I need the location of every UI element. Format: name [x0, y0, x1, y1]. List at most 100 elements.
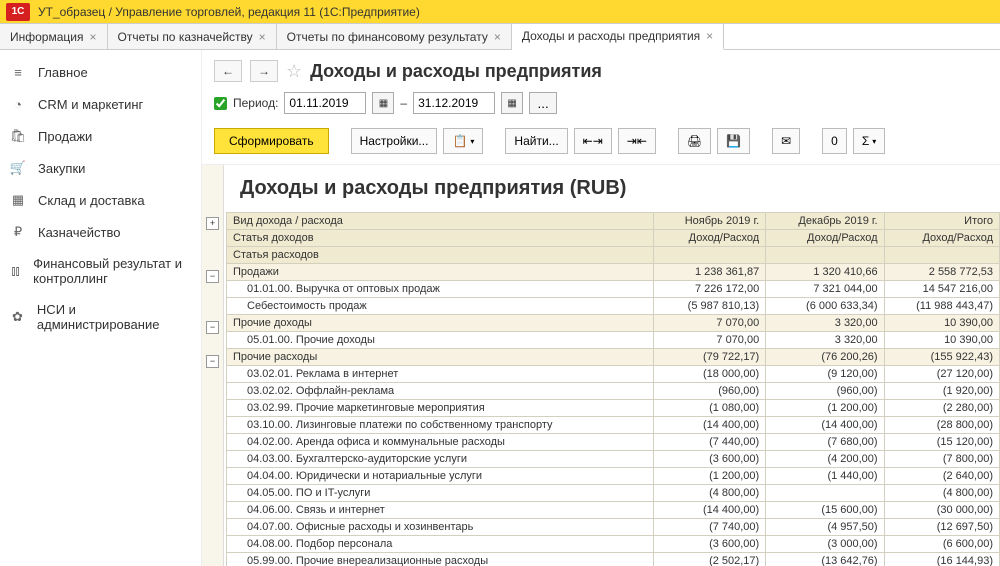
date-from-input[interactable]	[284, 92, 366, 114]
col-subheader: Доход/Расход	[653, 230, 765, 247]
calendar-to-button[interactable]: ▦	[501, 92, 523, 114]
tab-3[interactable]: Доходы и расходы предприятия×	[512, 24, 724, 50]
period-checkbox[interactable]	[214, 97, 227, 110]
table-row[interactable]: 04.06.00. Связь и интернет(14 400,00)(15…	[227, 502, 1000, 519]
period-sep: –	[400, 96, 407, 110]
date-to-input[interactable]	[413, 92, 495, 114]
sidebar-item-5[interactable]: ₽Казначейство	[0, 216, 201, 248]
close-icon[interactable]: ×	[706, 29, 713, 43]
tab-0[interactable]: Информация×	[0, 24, 108, 49]
sidebar-icon: ≡	[10, 64, 26, 80]
table-row[interactable]: Прочие расходы(79 722,17)(76 200,26)(155…	[227, 349, 1000, 366]
col-header: Ноябрь 2019 г.	[653, 213, 765, 230]
table-row[interactable]: 03.02.01. Реклама в интернет(18 000,00)(…	[227, 366, 1000, 383]
table-row[interactable]: 03.10.00. Лизинговые платежи по собствен…	[227, 417, 1000, 434]
favorite-icon[interactable]: ☆	[286, 61, 302, 82]
sidebar-item-6[interactable]: ⫾⫾Финансовый результат и контроллинг	[0, 248, 201, 294]
sidebar-item-3[interactable]: 🛒Закупки	[0, 152, 201, 184]
print-button[interactable]: 🖨	[678, 128, 711, 154]
nav-back-button[interactable]: ←	[214, 60, 242, 82]
col-subheader: Доход/Расход	[766, 230, 884, 247]
table-row[interactable]: Прочие доходы7 070,003 320,0010 390,00	[227, 315, 1000, 332]
sidebar-item-0[interactable]: ≡Главное	[0, 56, 201, 88]
row-value: (2 502,17)	[653, 553, 765, 566]
close-icon[interactable]: ×	[89, 30, 96, 44]
sidebar-label: Казначейство	[38, 225, 120, 240]
close-icon[interactable]: ×	[494, 30, 501, 44]
row-value: (3 000,00)	[766, 536, 884, 553]
table-row[interactable]: 01.01.00. Выручка от оптовых продаж7 226…	[227, 281, 1000, 298]
tree-collapse-button[interactable]: −	[206, 355, 219, 368]
table-row[interactable]: 05.99.00. Прочие внереализационные расхо…	[227, 553, 1000, 566]
row-value: (27 120,00)	[884, 366, 999, 383]
row-label: 04.05.00. ПО и IT-услуги	[227, 485, 654, 502]
sum-0-button[interactable]: 0	[822, 128, 847, 154]
col-header: Декабрь 2019 г.	[766, 213, 884, 230]
settings-button[interactable]: Настройки...	[351, 128, 438, 154]
row-value: 7 321 044,00	[766, 281, 884, 298]
row-label: 01.01.00. Выручка от оптовых продаж	[227, 281, 654, 298]
expand-button[interactable]: ⇥⇤	[618, 128, 656, 154]
row-value: (1 440,00)	[766, 468, 884, 485]
tab-1[interactable]: Отчеты по казначейству×	[108, 24, 277, 49]
col-header: Статья расходов	[227, 247, 654, 264]
sidebar-label: Склад и доставка	[38, 193, 145, 208]
sidebar-item-4[interactable]: ▦Склад и доставка	[0, 184, 201, 216]
find-button[interactable]: Найти...	[505, 128, 567, 154]
tree-collapse-button[interactable]: −	[206, 321, 219, 334]
tab-label: Отчеты по финансовому результату	[287, 30, 488, 44]
row-label: Прочие доходы	[227, 315, 654, 332]
row-value: (4 800,00)	[884, 485, 999, 502]
generate-button[interactable]: Сформировать	[214, 128, 329, 154]
table-row[interactable]: 04.02.00. Аренда офиса и коммунальные ра…	[227, 434, 1000, 451]
row-label: 03.02.02. Оффлайн-реклама	[227, 383, 654, 400]
sidebar-item-7[interactable]: ✿ НСИ и администрирование	[0, 294, 201, 340]
row-value: (7 740,00)	[653, 519, 765, 536]
sum-button[interactable]: Σ ▾	[853, 128, 885, 154]
tab-2[interactable]: Отчеты по финансовому результату ×	[277, 24, 512, 49]
col-subheader: Доход/Расход	[884, 230, 999, 247]
table-row[interactable]: 03.02.02. Оффлайн-реклама(960,00)(960,00…	[227, 383, 1000, 400]
sidebar-icon: ✿	[10, 309, 25, 325]
row-value: (14 400,00)	[766, 417, 884, 434]
table-row[interactable]: 05.01.00. Прочие доходы7 070,003 320,001…	[227, 332, 1000, 349]
save-button[interactable]: 💾	[717, 128, 750, 154]
row-label: Продажи	[227, 264, 654, 281]
table-row[interactable]: Себестоимость продаж(5 987 810,13)(6 000…	[227, 298, 1000, 315]
table-row[interactable]: 04.03.00. Бухгалтерско-аудиторские услуг…	[227, 451, 1000, 468]
row-value: (18 000,00)	[653, 366, 765, 383]
row-value: (1 080,00)	[653, 400, 765, 417]
row-value: (11 988 443,47)	[884, 298, 999, 315]
mail-button[interactable]: ✉	[772, 128, 800, 154]
close-icon[interactable]: ×	[259, 30, 266, 44]
period-row: Период: ▦ – ▦ ...	[202, 90, 1000, 124]
nav-forward-button[interactable]: →	[250, 60, 278, 82]
row-value: (15 600,00)	[766, 502, 884, 519]
row-value: (14 400,00)	[653, 417, 765, 434]
sidebar-item-2[interactable]: 🛍Продажи	[0, 120, 201, 152]
row-value: (4 957,50)	[766, 519, 884, 536]
table-row[interactable]: 03.02.99. Прочие маркетинговые мероприят…	[227, 400, 1000, 417]
content-area: ← → ☆ Доходы и расходы предприятия Перио…	[202, 50, 1000, 566]
table-row[interactable]: 04.05.00. ПО и IT-услуги(4 800,00)(4 800…	[227, 485, 1000, 502]
expand-all-button[interactable]: +	[206, 217, 219, 230]
table-row[interactable]: 04.08.00. Подбор персонала(3 600,00)(3 0…	[227, 536, 1000, 553]
table-row[interactable]: 04.04.00. Юридически и нотариальные услу…	[227, 468, 1000, 485]
calendar-from-button[interactable]: ▦	[372, 92, 394, 114]
col-header: Вид дохода / расхода	[227, 213, 654, 230]
tab-bar: Информация×Отчеты по казначейству×Отчеты…	[0, 24, 1000, 50]
row-value: (1 920,00)	[884, 383, 999, 400]
table-row[interactable]: Продажи1 238 361,871 320 410,662 558 772…	[227, 264, 1000, 281]
period-more-button[interactable]: ...	[529, 92, 557, 114]
row-value: 2 558 772,53	[884, 264, 999, 281]
copy-button[interactable]: 📋 ▾	[443, 128, 483, 154]
row-label: 05.99.00. Прочие внереализационные расхо…	[227, 553, 654, 566]
tree-gutter: + − − −	[202, 165, 224, 566]
table-row[interactable]: 04.07.00. Офисные расходы и хозинвентарь…	[227, 519, 1000, 536]
row-value: (155 922,43)	[884, 349, 999, 366]
sidebar-item-1[interactable]: ◔CRM и маркетинг	[0, 88, 201, 120]
tree-collapse-button[interactable]: −	[206, 270, 219, 283]
sidebar-label: НСИ и администрирование	[37, 302, 191, 332]
collapse-button[interactable]: ⇤⇥	[574, 128, 612, 154]
row-value: (960,00)	[766, 383, 884, 400]
